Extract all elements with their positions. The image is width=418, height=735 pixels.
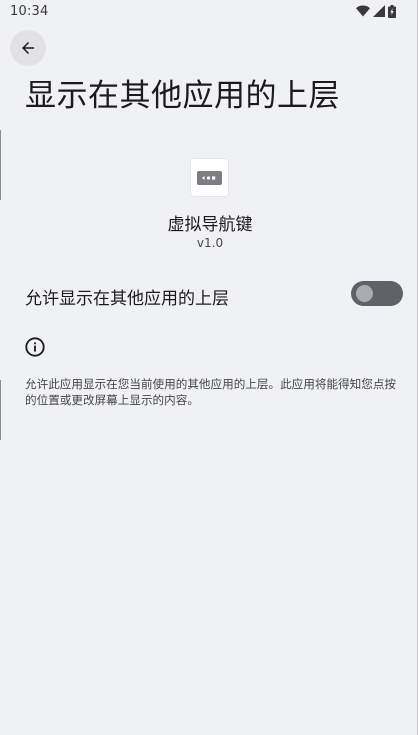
app-screen: 10:34 显示在其他应用的上层 虚拟导航键 v1.0 允许显示在其他应用的上层…: [0, 0, 418, 735]
back-button[interactable]: [10, 30, 46, 66]
status-time: 10:34: [10, 4, 49, 19]
keyboard-icon: [197, 170, 222, 185]
app-name: 虚拟导航键: [167, 215, 253, 235]
wifi-icon: [356, 5, 370, 17]
toggle-thumb: [356, 285, 373, 302]
status-icons: [356, 4, 396, 18]
permission-label: 允许显示在其他应用的上层: [25, 289, 229, 309]
arrow-back-icon: [22, 42, 34, 54]
permission-toggle-row[interactable]: 允许显示在其他应用的上层: [0, 272, 418, 316]
app-icon: [191, 159, 228, 196]
permission-toggle-switch[interactable]: [351, 281, 403, 306]
edge-divider: [0, 380, 1, 440]
battery-icon: [388, 4, 396, 18]
info-description: 允许此应用显示在您当前使用的其他应用的上层。此应用将能得知您点按的位置或更改屏幕…: [25, 377, 397, 407]
signal-icon: [373, 5, 385, 17]
edge-divider: [0, 130, 1, 200]
status-bar: 10:34: [0, 0, 418, 24]
app-version: v1.0: [196, 236, 224, 250]
info-icon: [25, 337, 45, 357]
page-title: 显示在其他应用的上层: [25, 78, 340, 114]
